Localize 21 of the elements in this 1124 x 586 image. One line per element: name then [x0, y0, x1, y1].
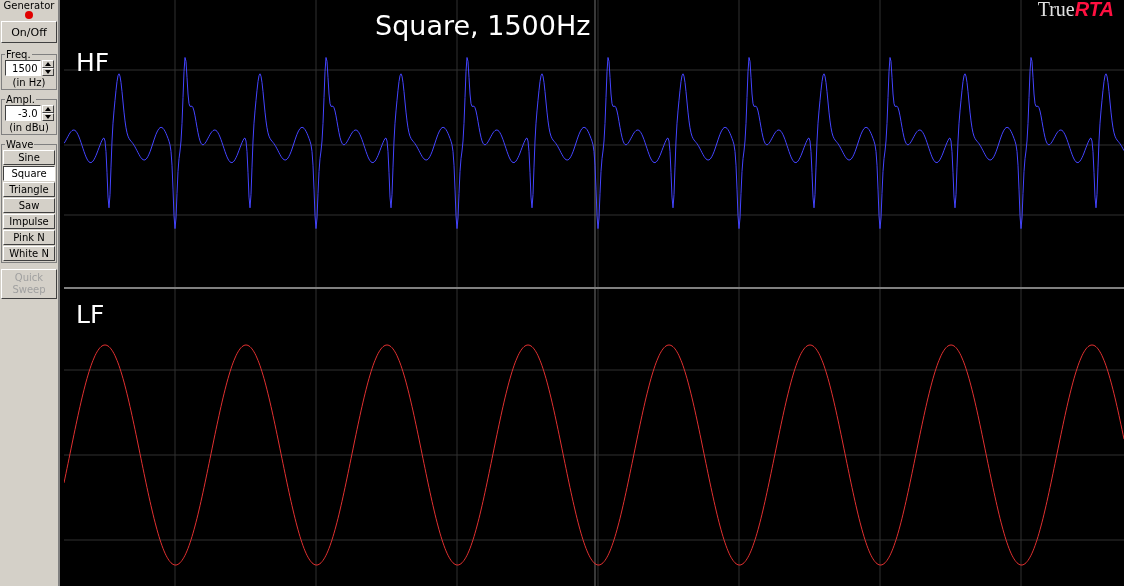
panel-title: Generator [3, 0, 55, 11]
wave-button[interactable]: Sine [3, 150, 55, 165]
wave-button[interactable]: Square [3, 166, 55, 181]
unit-label: (in Hz) [12, 77, 46, 88]
wave-button[interactable]: White N [3, 246, 55, 261]
channel-label: HF [76, 48, 110, 77]
on-off-button[interactable]: On/Off [1, 21, 57, 43]
group-label: Ampl. [5, 94, 36, 105]
down-arrow-icon[interactable] [41, 113, 54, 121]
wave-button[interactable]: Pink N [3, 230, 55, 245]
group-label: Wave [5, 139, 35, 150]
group-label: Freq. [5, 49, 32, 60]
channel-label: LF [76, 300, 105, 329]
down-arrow-icon[interactable] [41, 68, 54, 76]
wave-button[interactable]: Saw [3, 198, 55, 213]
chart-title: Square, 1500Hz [375, 10, 591, 41]
wave-button[interactable]: Triangle [3, 182, 55, 197]
wave-button[interactable]: Impulse [3, 214, 55, 229]
unit-label: (in dBu) [9, 122, 49, 133]
value-field[interactable]: -3.0 [4, 105, 41, 121]
value-field[interactable]: 1500 [4, 60, 41, 76]
